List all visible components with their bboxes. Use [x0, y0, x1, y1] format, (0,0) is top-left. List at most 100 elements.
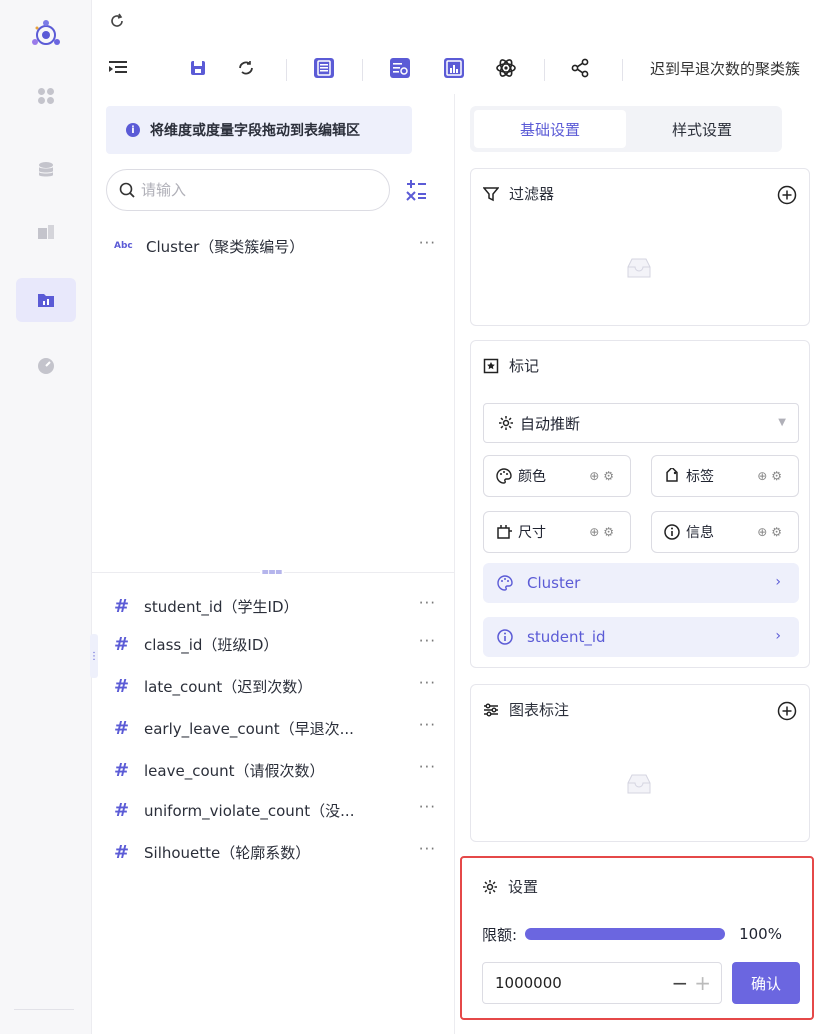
- collapse-panel-button[interactable]: [108, 58, 128, 78]
- tab-basic-settings[interactable]: 基础设置: [474, 110, 626, 148]
- more-menu-icon[interactable]: ···: [419, 840, 436, 858]
- info-icon: [664, 524, 680, 540]
- atom-icon: [496, 59, 516, 77]
- decrement-button[interactable]: −: [671, 971, 688, 995]
- more-menu-icon[interactable]: ···: [419, 716, 436, 734]
- add-annotation-icon[interactable]: [777, 701, 797, 721]
- database-icon: [39, 162, 53, 177]
- more-menu-icon[interactable]: ···: [419, 758, 436, 776]
- number-stepper: − +: [665, 971, 711, 995]
- chip-label: 标签: [686, 469, 714, 485]
- chevron-right-icon: ›: [775, 628, 781, 644]
- filter-icon: [483, 186, 499, 201]
- toolbar-divider: [622, 59, 623, 81]
- chip-label: 信息: [686, 525, 714, 541]
- reset-button[interactable]: [236, 58, 256, 78]
- field-label: late_count（迟到次数）: [144, 677, 313, 696]
- mark-label-chip[interactable]: 标签 ⊕⚙: [651, 455, 799, 497]
- rail-dataset-button[interactable]: [16, 210, 76, 254]
- fields-panel: i 将维度或度量字段拖动到表编辑区 Abc Cluster（聚类簇编号） ···…: [89, 94, 455, 1034]
- share-icon: [571, 58, 589, 78]
- measure-field-uniform-violate-count[interactable]: # uniform_violate_count（没... ···: [114, 796, 436, 824]
- measure-field-late-count[interactable]: # late_count（迟到次数） ···: [114, 672, 436, 700]
- top-bar: [92, 0, 830, 42]
- field-label: uniform_violate_count（没...: [144, 801, 355, 820]
- grid-icon: [38, 88, 54, 104]
- confirm-button[interactable]: 确认: [732, 962, 800, 1004]
- measure-field-student-id[interactable]: # student_id（学生ID） ···: [114, 592, 436, 620]
- measure-field-silhouette[interactable]: # Silhouette（轮廓系数） ···: [114, 838, 436, 866]
- chevron-right-icon: ›: [775, 574, 781, 590]
- limit-value-field[interactable]: [495, 974, 645, 992]
- toolbar-divider: [362, 59, 363, 81]
- limit-percent: 100%: [739, 925, 782, 943]
- number-type-icon: #: [114, 595, 130, 617]
- resize-handle-icon[interactable]: ⩶: [260, 564, 284, 578]
- save-button[interactable]: [188, 58, 208, 78]
- more-menu-icon[interactable]: ···: [419, 632, 436, 650]
- mark-info-chip[interactable]: 信息 ⊕⚙: [651, 511, 799, 553]
- mark-size-chip[interactable]: 尺寸 ⊕⚙: [483, 511, 631, 553]
- info-field-pill-student-id[interactable]: student_id ›: [483, 617, 799, 657]
- share-button[interactable]: [568, 56, 592, 80]
- field-search-input[interactable]: [141, 181, 361, 199]
- tab-style-settings[interactable]: 样式设置: [626, 110, 778, 148]
- more-menu-icon[interactable]: ···: [419, 594, 436, 612]
- annotation-title: 图表标注: [509, 701, 570, 719]
- chevron-down-icon: ▼: [778, 417, 786, 428]
- sheet-settings-icon: [390, 58, 410, 78]
- mark-type-select[interactable]: 自动推断 ▼: [483, 403, 799, 443]
- increment-button[interactable]: +: [694, 971, 711, 995]
- field-settings-button[interactable]: [388, 56, 412, 80]
- chip-add-settings-icon[interactable]: ⊕⚙: [589, 525, 618, 539]
- sliders-icon: [484, 703, 498, 716]
- color-field-pill-cluster[interactable]: Cluster ›: [483, 563, 799, 603]
- rail-database-button[interactable]: [16, 148, 76, 192]
- chip-add-settings-icon[interactable]: ⊕⚙: [757, 469, 786, 483]
- mark-type-value: 自动推断: [520, 414, 581, 433]
- limit-number-input[interactable]: −+: [482, 962, 722, 1004]
- string-type-badge: Abc: [114, 241, 133, 251]
- add-filter-icon[interactable]: [777, 185, 797, 205]
- measure-field-class-id[interactable]: # class_id（班级ID） ···: [114, 630, 436, 658]
- number-type-icon: #: [114, 799, 130, 821]
- indent-icon: [109, 61, 127, 73]
- number-type-icon: #: [114, 675, 130, 697]
- gauge-icon: [38, 358, 54, 374]
- app-logo-icon[interactable]: [29, 18, 63, 52]
- measure-field-leave-count[interactable]: # leave_count（请假次数） ···: [114, 756, 436, 784]
- chart-view-button[interactable]: [442, 56, 466, 80]
- more-menu-icon[interactable]: ···: [419, 798, 436, 816]
- marks-header: 标记: [483, 355, 539, 376]
- pill-label: student_id: [527, 628, 606, 646]
- more-menu-icon[interactable]: ···: [419, 234, 436, 252]
- dimension-field-cluster[interactable]: Abc Cluster（聚类簇编号） ···: [114, 232, 436, 260]
- refresh-page-button[interactable]: [108, 12, 126, 30]
- chart-folder-icon: [38, 294, 54, 307]
- more-menu-icon[interactable]: ···: [419, 674, 436, 692]
- toolbar-divider: [544, 59, 545, 81]
- chip-add-settings-icon[interactable]: ⊕⚙: [757, 525, 786, 539]
- field-label: Silhouette（轮廓系数）: [144, 843, 311, 862]
- data-view-button[interactable]: [312, 56, 336, 80]
- calculated-field-icon[interactable]: [404, 178, 428, 202]
- field-label: Cluster（聚类簇编号）: [146, 237, 305, 256]
- rail-chart-button[interactable]: [16, 278, 76, 322]
- pill-label: Cluster: [527, 574, 581, 592]
- app-root: 迟到早退次数的聚类簇 i 将维度或度量字段拖动到表编辑区 Abc Cluster…: [0, 0, 830, 1034]
- rail-dashboard-button[interactable]: [16, 74, 76, 118]
- chart-title[interactable]: 迟到早退次数的聚类簇: [650, 58, 800, 79]
- field-label: leave_count（请假次数）: [144, 761, 325, 780]
- model-button[interactable]: [494, 56, 518, 80]
- mark-color-chip[interactable]: 颜色 ⊕⚙: [483, 455, 631, 497]
- limit-progress-fill: [525, 928, 726, 940]
- filter-title: 过滤器: [509, 185, 555, 203]
- field-label: class_id（班级ID）: [144, 635, 279, 654]
- drag-hint-text: 将维度或度量字段拖动到表编辑区: [150, 123, 360, 139]
- rail-monitor-button[interactable]: [16, 344, 76, 388]
- measure-field-early-leave-count[interactable]: # early_leave_count（早退次... ···: [114, 714, 436, 742]
- chip-add-settings-icon[interactable]: ⊕⚙: [589, 469, 618, 483]
- side-collapse-handle[interactable]: ⋮: [89, 634, 99, 678]
- gear-icon: [499, 416, 513, 430]
- field-search-box[interactable]: [106, 169, 390, 211]
